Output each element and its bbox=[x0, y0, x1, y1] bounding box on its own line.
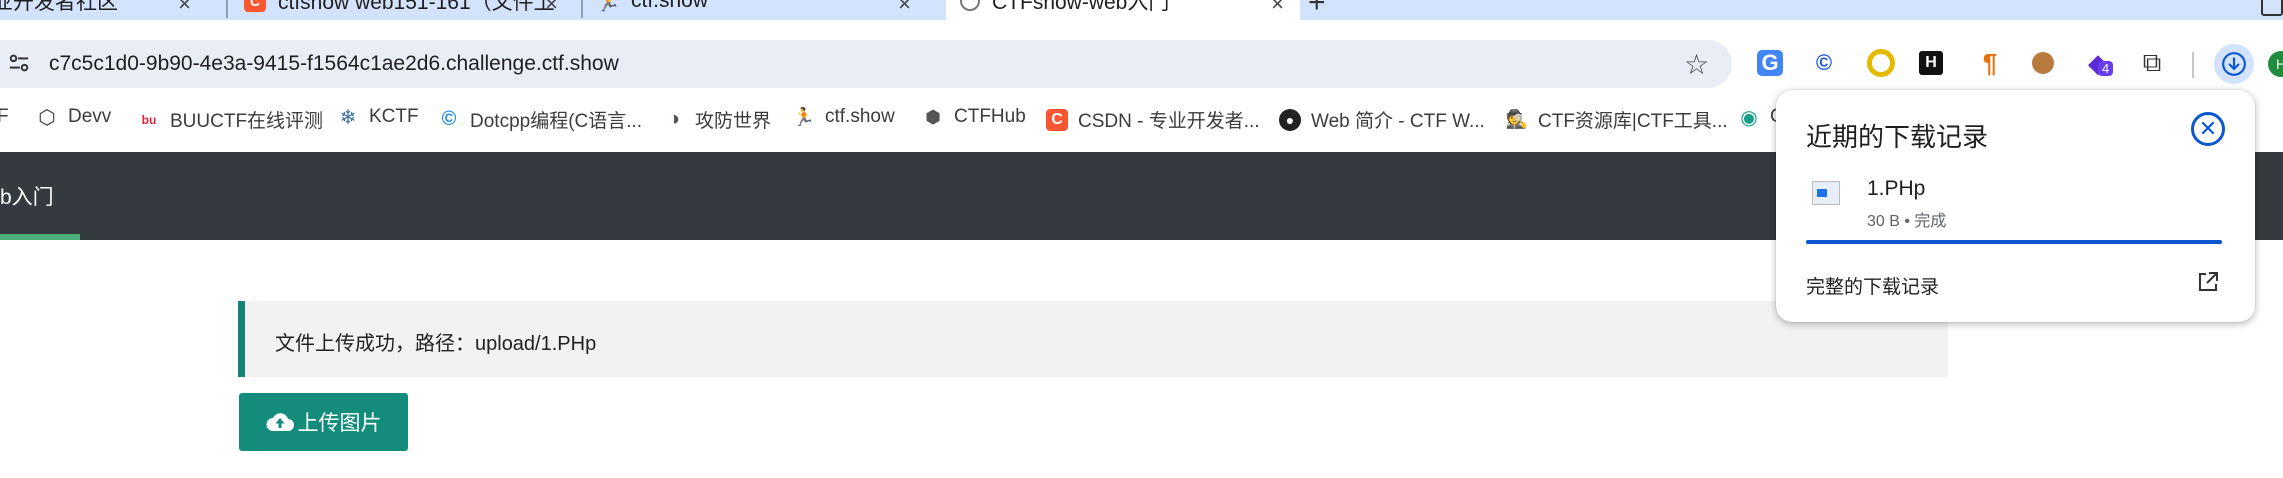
badge-extension-icon[interactable]: ◆ 4 bbox=[2082, 47, 2114, 79]
download-arrow-icon bbox=[2222, 52, 2246, 76]
bookmark-label: CTFHub bbox=[954, 106, 1026, 127]
nav-active-indicator bbox=[0, 234, 80, 240]
bookmark-label: Web 简介 - CTF W... bbox=[1311, 111, 1485, 132]
bookmark-item[interactable]: 🏃 ctf.show bbox=[793, 106, 895, 128]
buu-icon: bu bbox=[141, 112, 157, 127]
bookmark-label: CSDN - 专业开发者... bbox=[1078, 111, 1260, 132]
bookmark-label: KCTF bbox=[369, 106, 419, 127]
bookmark-item[interactable]: ● Web 简介 - CTF W... bbox=[1279, 106, 1485, 133]
cloud-upload-icon bbox=[266, 413, 294, 431]
copyright-extension-icon[interactable]: © bbox=[1808, 47, 1840, 79]
glyph: H bbox=[2275, 56, 2283, 72]
url-text[interactable]: c7c5c1d0-9b90-4e3a-9415-f1564c1ae2d6.cha… bbox=[49, 52, 619, 76]
bookmark-star-icon[interactable]: ☆ bbox=[1684, 48, 1709, 81]
address-bar[interactable]: c7c5c1d0-9b90-4e3a-9415-f1564c1ae2d6.cha… bbox=[0, 40, 1732, 88]
pilcrow-extension-icon[interactable]: ¶ bbox=[1974, 47, 2006, 79]
dotcpp-icon: © bbox=[441, 108, 457, 130]
tab-2[interactable]: C ctfshow web151-161（文件上 × bbox=[244, 0, 574, 20]
bookmark-item[interactable]: F bbox=[0, 106, 9, 128]
globe-favicon-icon bbox=[960, 0, 980, 11]
spy-icon: 🕵 bbox=[1505, 109, 1529, 129]
bookmark-item[interactable]: ⬢ CTFHub bbox=[922, 106, 1026, 128]
ctfhub-icon: ⬢ bbox=[925, 106, 941, 127]
bookmark-item[interactable]: ⬡ Devv bbox=[36, 106, 112, 129]
bookmark-item[interactable]: 🕵 CTF资源库|CTF工具... bbox=[1506, 106, 1728, 133]
upload-success-alert: 文件上传成功，路径：upload/1.PHp bbox=[238, 301, 1948, 377]
close-icon[interactable]: ✕ bbox=[2191, 112, 2225, 146]
bookmark-label: Dotcpp编程(C语言... bbox=[470, 111, 643, 132]
extension-badge-count: 4 bbox=[2098, 61, 2114, 76]
bookmark-item[interactable]: C CSDN - 专业开发者... bbox=[1046, 106, 1260, 133]
puzzle-extensions-icon[interactable]: ⧉ bbox=[2136, 47, 2168, 79]
h-extension-icon[interactable]: H bbox=[1919, 51, 1943, 75]
download-progress-bar bbox=[1806, 240, 2222, 244]
downloads-popup: 近期的下载记录 ✕ 1.PHp 30 B • 完成 完整的下载记录 bbox=[1776, 90, 2255, 322]
tab-search-icon[interactable] bbox=[2261, 0, 2283, 16]
new-tab-button[interactable]: + bbox=[1308, 0, 1326, 20]
tab-title: CTFshow-web入门 bbox=[992, 0, 1170, 14]
runner-icon: 🏃 bbox=[792, 106, 816, 127]
bookmark-item[interactable]: ◑ 攻防世界 bbox=[663, 106, 771, 133]
glyph: H bbox=[1925, 54, 1937, 71]
tab-4-active[interactable]: CTFshow-web入门 × bbox=[946, 0, 1300, 20]
tab-close-icon[interactable]: × bbox=[545, 0, 558, 17]
cookie bbox=[2032, 52, 2054, 74]
bookmark-item[interactable]: ❄ KCTF bbox=[337, 106, 419, 129]
site-settings-icon[interactable] bbox=[8, 52, 30, 74]
upload-image-button[interactable]: 上传图片 bbox=[239, 393, 408, 451]
csdn-icon: C bbox=[1046, 108, 1068, 131]
cube-icon: ⬡ bbox=[38, 106, 56, 129]
bookmark-item[interactable]: © Dotcpp编程(C语言... bbox=[438, 106, 642, 133]
download-file-name[interactable]: 1.PHp bbox=[1867, 177, 1925, 201]
bookmark-label: Devv bbox=[68, 106, 112, 127]
bookmark-label: BUUCTF在线评测 bbox=[170, 111, 324, 132]
open-external-icon[interactable] bbox=[2196, 270, 2220, 294]
yellow-circle-extension-icon[interactable] bbox=[1865, 47, 1897, 79]
upload-button-label: 上传图片 bbox=[297, 412, 382, 435]
tab-separator bbox=[226, 0, 228, 18]
tab-close-icon[interactable]: × bbox=[178, 0, 191, 17]
downloads-button[interactable] bbox=[2214, 44, 2254, 84]
file-icon bbox=[1812, 181, 1840, 205]
glyph: ⧉ bbox=[2142, 47, 2162, 77]
tab-title: ctfshow web151-161（文件上 bbox=[278, 0, 555, 14]
tab-separator bbox=[581, 0, 583, 18]
nav-brand[interactable]: b入门 bbox=[0, 181, 54, 211]
bookmark-label: 攻防世界 bbox=[695, 111, 772, 132]
ring bbox=[1867, 49, 1895, 77]
tab-title: 业开发者社区 bbox=[0, 0, 118, 14]
bookmark-label: ctf.show bbox=[825, 106, 895, 127]
glyph: © bbox=[1815, 50, 1833, 75]
download-file-meta: 30 B • 完成 bbox=[1867, 213, 1947, 230]
tab-strip: 业开发者社区 × C ctfshow web151-161（文件上 × 🏃 ct… bbox=[0, 0, 2283, 20]
downloads-title: 近期的下载记录 bbox=[1806, 122, 1989, 152]
eye-icon: ◉ bbox=[1740, 106, 1758, 129]
tab-close-icon[interactable]: × bbox=[898, 0, 911, 17]
tab-close-icon[interactable]: × bbox=[1271, 0, 1284, 17]
tab-3[interactable]: 🏃 ctf.show × bbox=[595, 0, 927, 20]
ctfshow-runner-icon: 🏃 bbox=[595, 0, 621, 13]
tab-title: ctf.show bbox=[631, 0, 709, 12]
glyph: ¶ bbox=[1982, 47, 1998, 78]
download-progress-fill bbox=[1806, 240, 2222, 244]
bookmark-label: CTF资源库|CTF工具... bbox=[1538, 111, 1728, 132]
full-download-history-link[interactable]: 完整的下载记录 bbox=[1806, 272, 1939, 299]
toolbar-separator bbox=[2192, 52, 2194, 78]
google-translate-icon[interactable]: G bbox=[1757, 50, 1783, 76]
github-icon: ● bbox=[1279, 108, 1301, 131]
globe-icon: ◑ bbox=[667, 108, 681, 130]
bookmark-item[interactable]: bu BUUCTF在线评测 bbox=[138, 106, 323, 133]
glyph: G bbox=[1761, 50, 1779, 75]
alert-message: 文件上传成功，路径：upload/1.PHp bbox=[275, 333, 597, 355]
bookmark-label: F bbox=[0, 106, 9, 127]
snowflake-icon: ❄ bbox=[339, 106, 357, 129]
cookie-extension-icon[interactable] bbox=[2027, 47, 2059, 79]
csdn-favicon-icon: C bbox=[244, 0, 266, 12]
tab-1[interactable]: 业开发者社区 × bbox=[0, 0, 207, 20]
